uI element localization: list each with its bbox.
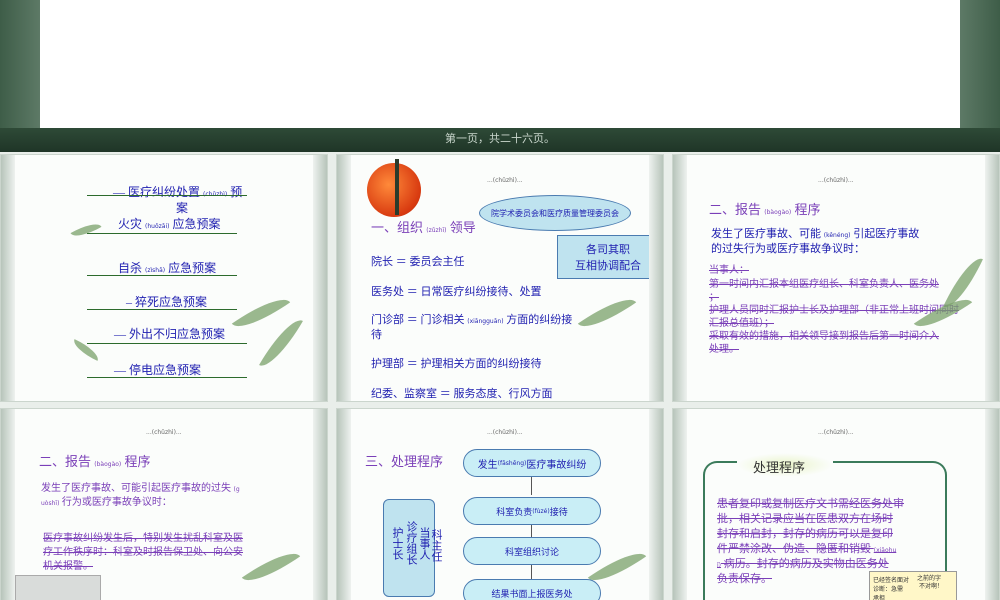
plan-item-medical-dispute[interactable]: — 医疗纠纷处置 (chǔzhì) 预: [113, 183, 242, 200]
role-president: 院长 ＝ 委员会主任: [371, 256, 465, 268]
slide-4[interactable]: ...(chǔzhì)... 二、报告 (bàogào) 程序 发生了医疗事故、…: [672, 154, 1000, 402]
bamboo-leaf-decoration: [70, 218, 102, 242]
bamboo-leaf-decoration: [241, 543, 301, 591]
committee-ellipse[interactable]: 院学术委员会和医疗质量管理委员会: [479, 195, 631, 231]
slide-top-small: ...(chǔzhì)...: [487, 429, 523, 436]
process-line: 负责保存。: [717, 573, 772, 585]
slide-top-small: ...(chǔzhì)...: [146, 429, 182, 436]
note-text: 已经签名面对: [873, 578, 910, 584]
process-line: 封存和启封，封存的病历可以是复印: [717, 528, 893, 540]
report-intro-cont: uòshī) 行为或医疗事故争议时：: [41, 497, 172, 508]
slide-top-small: ...(chǔzhì)...: [818, 177, 854, 184]
slide-5[interactable]: ...(chǔzhì)... 二、报告 (bàogào) 程序 发生了医疗事故、…: [0, 408, 328, 600]
note-text: 不对啊！: [919, 584, 944, 590]
divider: [87, 343, 247, 344]
report-intro-cont: 的过失行为或医疗事故争议时：: [711, 243, 865, 255]
role-medical-affairs: 医务处 ＝ 日常医疗纠纷接待、处置: [371, 286, 542, 298]
plan-item-fire[interactable]: 火灾 (huǒzāi) 应急预案: [118, 215, 220, 232]
bamboo-leaf-decoration: [259, 313, 303, 373]
note-text: 承担: [873, 596, 886, 600]
sun-bamboo-image: [367, 163, 421, 217]
report-intro: 发生了医疗事故、可能 (kěnéng) 引起医疗事故: [711, 228, 920, 240]
divider: [87, 377, 247, 378]
role-outpatient: 门诊部 ＝ 门诊相关 (xiāngguān) 方面的纠纷接: [371, 314, 573, 326]
slide-6[interactable]: ...(chǔzhì)... 三、处理程序 发生 (fāshēng) 医疗事故纠…: [336, 408, 664, 600]
section-heading-report: 二、报告 (bàogào) 程序: [39, 454, 151, 469]
page-label: 第一页，共二十六页。: [445, 132, 555, 145]
flow-arrow: [531, 565, 532, 579]
step-dispute-occurs[interactable]: 发生 (fāshēng) 医疗事故纠纷: [463, 449, 601, 477]
process-line: 患者复印或复制医疗文书需经医务处审: [717, 498, 904, 510]
step-department-discussion[interactable]: 科室组织讨论: [463, 537, 601, 565]
process-line: ǐ) 病历。封存的病历及实物由医务处: [717, 558, 889, 570]
section-heading-process: 处理程序: [753, 460, 806, 475]
report-line: 机关报警。: [43, 561, 93, 572]
divider: [87, 275, 237, 276]
plan-item-suicide[interactable]: 自杀 (zìshā) 应急预案: [118, 259, 216, 276]
flow-arrow: [531, 525, 532, 537]
slide-3[interactable]: ...(chǔzhì)... 一、组织 (zǔzhī) 领导 院学术委员会和医疗…: [336, 154, 664, 402]
report-line: 疗工作秩序时：科室及时报告保卫处、向公安: [43, 547, 243, 558]
scroll-text-director: 科主任: [430, 529, 442, 562]
report-line: 第一时间内汇报本组医疗组长、科室负责人、医务处: [709, 279, 939, 290]
section-heading-organization: 一、组织 (zǔzhī) 领导: [371, 220, 476, 235]
plan-item-missing[interactable]: — 外出不归应急预案: [114, 325, 225, 342]
plan-item-sudden-death[interactable]: – 猝死应急预案: [126, 293, 207, 310]
slide-7[interactable]: ...(chǔzhì)... 处理程序 患者复印或复制医疗文书需经医务处审 批，…: [672, 408, 1000, 600]
role-nursing: 护理部 ＝ 护理相关方面的纠纷接待: [371, 358, 542, 370]
report-line: 处理。: [709, 344, 739, 355]
slide-top-small: ...(chǔzhì)...: [487, 177, 523, 184]
bamboo-leaf-decoration: [577, 289, 637, 337]
report-intro: 发生了医疗事故、可能引起医疗事故的过失 (g: [41, 483, 240, 494]
slide-1-blank[interactable]: [40, 0, 960, 128]
flow-arrow: [531, 477, 532, 495]
divider: [87, 195, 247, 196]
report-line: 医疗事故纠纷发生后，特别发生扰乱科室及医: [43, 533, 243, 544]
plan-item-power-outage[interactable]: — 停电应急预案: [114, 361, 201, 378]
section-heading-process: 三、处理程序: [365, 454, 444, 469]
coordination-box[interactable]: 各司其职 互相协调配合: [557, 235, 659, 279]
bamboo-leaf-decoration: [231, 289, 291, 337]
divider: [87, 233, 237, 234]
report-line: 当事人：: [709, 265, 749, 276]
process-line: 件严禁涂改、伪造、隐匿和销毁 (xiāohu: [717, 543, 897, 555]
step-department-reception[interactable]: 科室负责 (fùzé) 接待: [463, 497, 601, 525]
cartoon-image: [15, 575, 101, 600]
role-outpatient-cont: 待: [371, 329, 382, 341]
bamboo-stalk-image: [395, 159, 399, 215]
divider: [87, 309, 237, 310]
section-heading-report: 二、报告 (bàogào) 程序: [709, 202, 821, 217]
note-text: 诊断：急需: [873, 587, 904, 593]
report-line: 采取有效的措施，相关领导接到报告后第一时间介入: [709, 331, 939, 342]
process-line: 批，相关记录应当在医患双方在场时: [717, 513, 893, 525]
slide-top-small: ...(chǔzhì)...: [818, 429, 854, 436]
slide-2[interactable]: — 医疗纠纷处置 (chǔzhì) 预 案 火灾 (huǒzāi) 应急预案 自…: [0, 154, 328, 402]
step-written-report[interactable]: 结果书面上报医务处: [463, 579, 601, 600]
role-discipline: 纪委、监察室 ＝ 服务态度、行风方面: [371, 388, 553, 400]
plan-item-medical-dispute-cont: 案: [176, 201, 189, 215]
